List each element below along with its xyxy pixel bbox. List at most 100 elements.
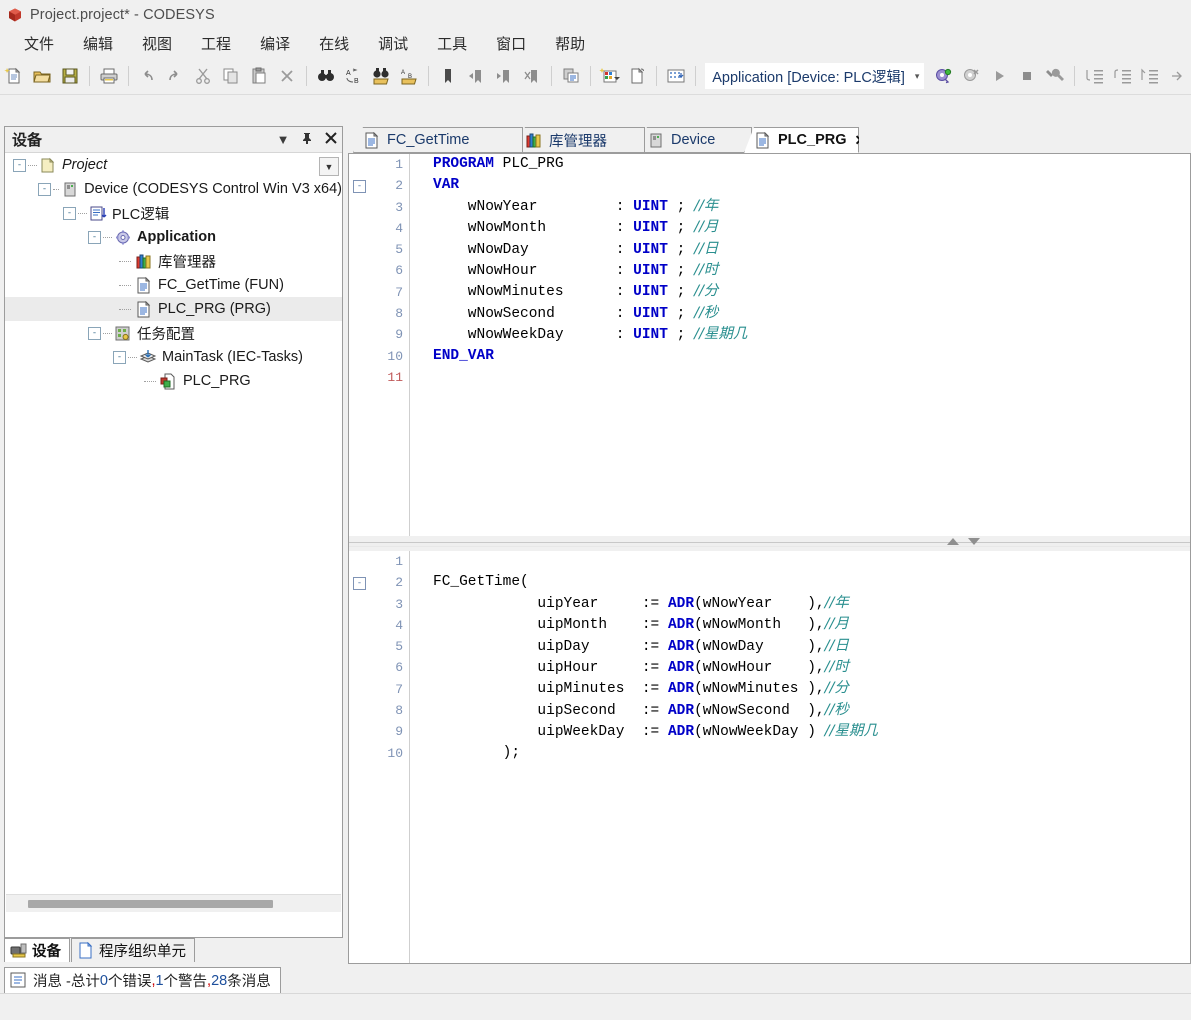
prev-bookmark-icon[interactable] bbox=[463, 63, 489, 89]
step-into-icon[interactable] bbox=[1081, 63, 1107, 89]
code-line[interactable]: 1 bbox=[349, 551, 1190, 572]
tree-item-application[interactable]: - Application bbox=[5, 225, 342, 249]
editor-tab-library-manager[interactable]: 库管理器 bbox=[515, 127, 645, 153]
splitter-down-arrow-icon[interactable] bbox=[968, 538, 980, 545]
replace-icon[interactable]: A B bbox=[341, 63, 367, 89]
next-bookmark-icon[interactable] bbox=[491, 63, 517, 89]
tree-item-maintask[interactable]: - MainTask (IEC-Tasks) bbox=[5, 345, 342, 369]
tree-expander-icon[interactable]: - bbox=[38, 182, 51, 196]
save-project-icon[interactable] bbox=[57, 63, 83, 89]
pin-icon[interactable] bbox=[300, 132, 314, 148]
editor-tab-fc-gettime[interactable]: FC_GetTime bbox=[353, 127, 523, 153]
close-icon[interactable]: ✕ bbox=[855, 132, 860, 149]
clear-bookmarks-icon[interactable] bbox=[519, 63, 545, 89]
tree-expander-icon[interactable]: - bbox=[88, 326, 101, 340]
tree-item-task-config[interactable]: - 任务配置 bbox=[5, 321, 342, 345]
declaration-editor[interactable]: 1 PROGRAM PLC_PRG 2 VAR 3 wNowYear : UINT ; … bbox=[348, 154, 1191, 536]
code-line[interactable]: 6 uipHour := ADR(wNowHour ),//时 bbox=[349, 657, 1190, 678]
cut-icon[interactable] bbox=[190, 63, 216, 89]
menu-window[interactable]: 窗口 bbox=[486, 30, 536, 57]
tree-scroll-thumb[interactable] bbox=[28, 899, 273, 908]
paste-icon[interactable] bbox=[246, 63, 272, 89]
step-next-icon[interactable] bbox=[1164, 63, 1190, 89]
code-line[interactable]: 9 wNowWeekDay : UINT ; //星期几 bbox=[349, 324, 1190, 345]
code-line[interactable]: 10 ); bbox=[349, 743, 1190, 764]
editor-tab-plc-prg[interactable]: PLC_PRG ✕ bbox=[744, 127, 859, 153]
code-line[interactable]: 5 wNowDay : UINT ; //日 bbox=[349, 239, 1190, 260]
step-out-icon[interactable] bbox=[1137, 63, 1163, 89]
menu-project[interactable]: 工程 bbox=[191, 30, 241, 57]
tree-item-fc-gettime[interactable]: FC_GetTime (FUN) bbox=[5, 273, 342, 297]
tree-expander-icon[interactable]: - bbox=[13, 158, 26, 172]
application-selector[interactable]: Application [Device: PLC逻辑] ▾ bbox=[705, 63, 925, 89]
new-project-icon[interactable] bbox=[1, 63, 27, 89]
messages-tab[interactable]: 消息 -总计 0 个错误 , 1 个警告 , 28 条消息 bbox=[4, 967, 281, 994]
code-line[interactable]: 11 bbox=[349, 367, 1190, 388]
undo-icon[interactable] bbox=[135, 63, 161, 89]
find-in-project-icon[interactable] bbox=[369, 63, 395, 89]
tree-expander-icon[interactable]: - bbox=[88, 230, 101, 244]
panel-dropdown-icon[interactable]: ▼ bbox=[276, 132, 290, 147]
tree-item-plc-logic[interactable]: - PLC逻辑 bbox=[5, 201, 342, 225]
print-icon[interactable] bbox=[96, 63, 122, 89]
dock-tab-pou[interactable]: 程序组织单元 bbox=[71, 938, 195, 962]
tree-item-maintask-plc-prg[interactable]: PLC_PRG bbox=[5, 369, 342, 393]
find-icon[interactable] bbox=[313, 63, 339, 89]
code-line[interactable]: 5 uipDay := ADR(wNowDay ),//日 bbox=[349, 636, 1190, 657]
tree-item-device[interactable]: - Device (CODESYS Control Win V3 x64) bbox=[5, 177, 342, 201]
menu-tools[interactable]: 工具 bbox=[427, 30, 477, 57]
code-line[interactable]: 8 wNowSecond : UINT ; //秒 bbox=[349, 303, 1190, 324]
code-line[interactable]: 3 uipYear := ADR(wNowYear ),//年 bbox=[349, 594, 1190, 615]
code-line[interactable]: 4 wNowMonth : UINT ; //月 bbox=[349, 218, 1190, 239]
stop-icon[interactable] bbox=[1014, 63, 1040, 89]
tree-dropdown-icon[interactable]: ▼ bbox=[319, 157, 339, 176]
code-line[interactable]: 4 uipMonth := ADR(wNowMonth ),//月 bbox=[349, 615, 1190, 636]
display-mode-icon[interactable] bbox=[663, 63, 689, 89]
tree-item-project[interactable]: - Project bbox=[5, 153, 342, 177]
menu-debug[interactable]: 调试 bbox=[368, 30, 418, 57]
dock-tab-devices[interactable]: 设备 bbox=[4, 938, 70, 962]
tree-item-plc-prg[interactable]: PLC_PRG (PRG) bbox=[5, 297, 342, 321]
menu-help[interactable]: 帮助 bbox=[545, 30, 595, 57]
close-icon[interactable] bbox=[324, 132, 338, 147]
devices-tree[interactable]: ▼ - Project - Device (CODESYS Control Win V… bbox=[5, 153, 342, 913]
replace-in-project-icon[interactable]: A B bbox=[396, 63, 422, 89]
menu-edit[interactable]: 编辑 bbox=[73, 30, 123, 57]
menu-build[interactable]: 编译 bbox=[250, 30, 300, 57]
splitter-up-arrow-icon[interactable] bbox=[947, 538, 959, 545]
chevron-down-icon[interactable]: ▾ bbox=[915, 71, 920, 82]
tree-item-library-manager[interactable]: 库管理器 bbox=[5, 249, 342, 273]
editor-tab-device[interactable]: Device bbox=[637, 127, 752, 153]
delete-icon[interactable] bbox=[274, 63, 300, 89]
login-icon[interactable] bbox=[930, 63, 956, 89]
tree-expander-icon[interactable]: - bbox=[113, 350, 126, 364]
new-folder-icon[interactable] bbox=[625, 63, 651, 89]
paste-special-icon[interactable] bbox=[558, 63, 584, 89]
tree-horizontal-scrollbar[interactable] bbox=[6, 894, 341, 912]
code-line[interactable]: 6 wNowHour : UINT ; //时 bbox=[349, 260, 1190, 281]
code-line[interactable]: 10 END_VAR bbox=[349, 346, 1190, 367]
menu-online[interactable]: 在线 bbox=[309, 30, 359, 57]
copy-icon[interactable] bbox=[218, 63, 244, 89]
open-project-icon[interactable] bbox=[29, 63, 55, 89]
code-line[interactable]: 8 uipSecond := ADR(wNowSecond ),//秒 bbox=[349, 700, 1190, 721]
code-line[interactable]: 2 VAR bbox=[349, 175, 1190, 196]
menu-view[interactable]: 视图 bbox=[132, 30, 182, 57]
code-line[interactable]: 3 wNowYear : UINT ; //年 bbox=[349, 197, 1190, 218]
code-line[interactable]: 2 FC_GetTime( bbox=[349, 572, 1190, 593]
build-icon[interactable] bbox=[1042, 63, 1068, 89]
menu-file[interactable]: 文件 bbox=[14, 30, 64, 57]
step-over-icon[interactable] bbox=[1109, 63, 1135, 89]
redo-icon[interactable] bbox=[162, 63, 188, 89]
code-line[interactable]: 1 PROGRAM PLC_PRG bbox=[349, 154, 1190, 175]
declaration-fold-toggle[interactable]: - bbox=[353, 180, 366, 194]
toggle-bookmark-icon[interactable] bbox=[435, 63, 461, 89]
tree-expander-icon[interactable]: - bbox=[63, 206, 76, 220]
code-line[interactable]: 7 uipMinutes := ADR(wNowMinutes ),//分 bbox=[349, 679, 1190, 700]
editor-splitter[interactable] bbox=[348, 536, 1191, 551]
start-icon[interactable] bbox=[986, 63, 1012, 89]
implementation-fold-toggle[interactable]: - bbox=[353, 577, 366, 591]
code-line[interactable]: 7 wNowMinutes : UINT ; //分 bbox=[349, 282, 1190, 303]
logout-icon[interactable] bbox=[958, 63, 984, 89]
new-object-icon[interactable] bbox=[597, 63, 623, 89]
